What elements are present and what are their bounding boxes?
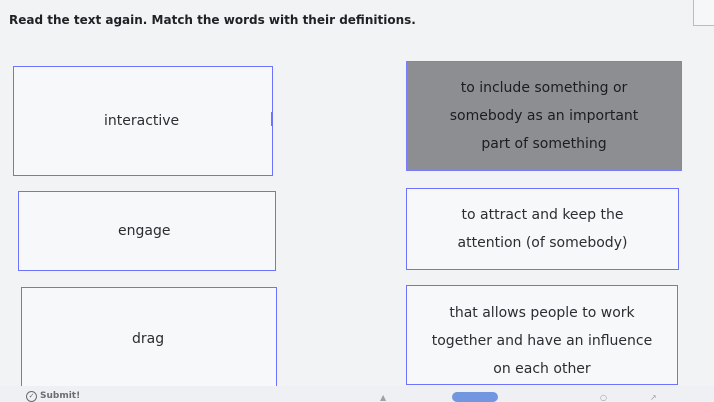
submit-button[interactable]: ✓ Submit! — [26, 390, 80, 402]
definition-text: that allows people to work together and … — [424, 299, 660, 383]
word-card-interactive[interactable]: interactive — [13, 66, 273, 176]
instruction-text: Read the text again. Match the words wit… — [9, 13, 416, 27]
caret-up-icon: ▲ — [380, 393, 387, 402]
arrow-icon: ↗ — [650, 393, 657, 402]
definition-line: part of something — [481, 136, 607, 152]
submit-label: Submit! — [40, 391, 81, 401]
taskbar-app-indicator[interactable] — [452, 392, 498, 402]
circle-icon: ○ — [600, 393, 607, 402]
definition-line: that allows people to work — [449, 305, 635, 321]
word-label: drag — [132, 331, 165, 347]
word-label: interactive — [104, 113, 180, 129]
definition-line: somebody as an important — [449, 108, 639, 124]
check-circle-icon: ✓ — [26, 390, 37, 402]
definition-line: on each other — [493, 361, 591, 377]
word-label: engage — [118, 223, 171, 239]
corner-panel — [693, 0, 714, 26]
definition-card-include[interactable]: to include something or somebody as an i… — [406, 61, 682, 171]
definition-line: together and have an influence — [431, 333, 653, 349]
definition-card-attract[interactable]: to attract and keep the attention (of so… — [406, 188, 679, 270]
definition-line: to include something or — [460, 80, 628, 96]
definition-line: to attract and keep the — [461, 207, 624, 223]
word-card-drag[interactable]: drag — [21, 287, 277, 391]
definition-line: attention (of somebody) — [457, 235, 628, 251]
drag-handle — [271, 112, 278, 126]
word-card-engage[interactable]: engage — [18, 191, 276, 271]
definition-text: to include something or somebody as an i… — [442, 74, 647, 158]
definition-card-allows[interactable]: that allows people to work together and … — [406, 285, 678, 385]
definition-text: to attract and keep the attention (of so… — [450, 201, 636, 257]
